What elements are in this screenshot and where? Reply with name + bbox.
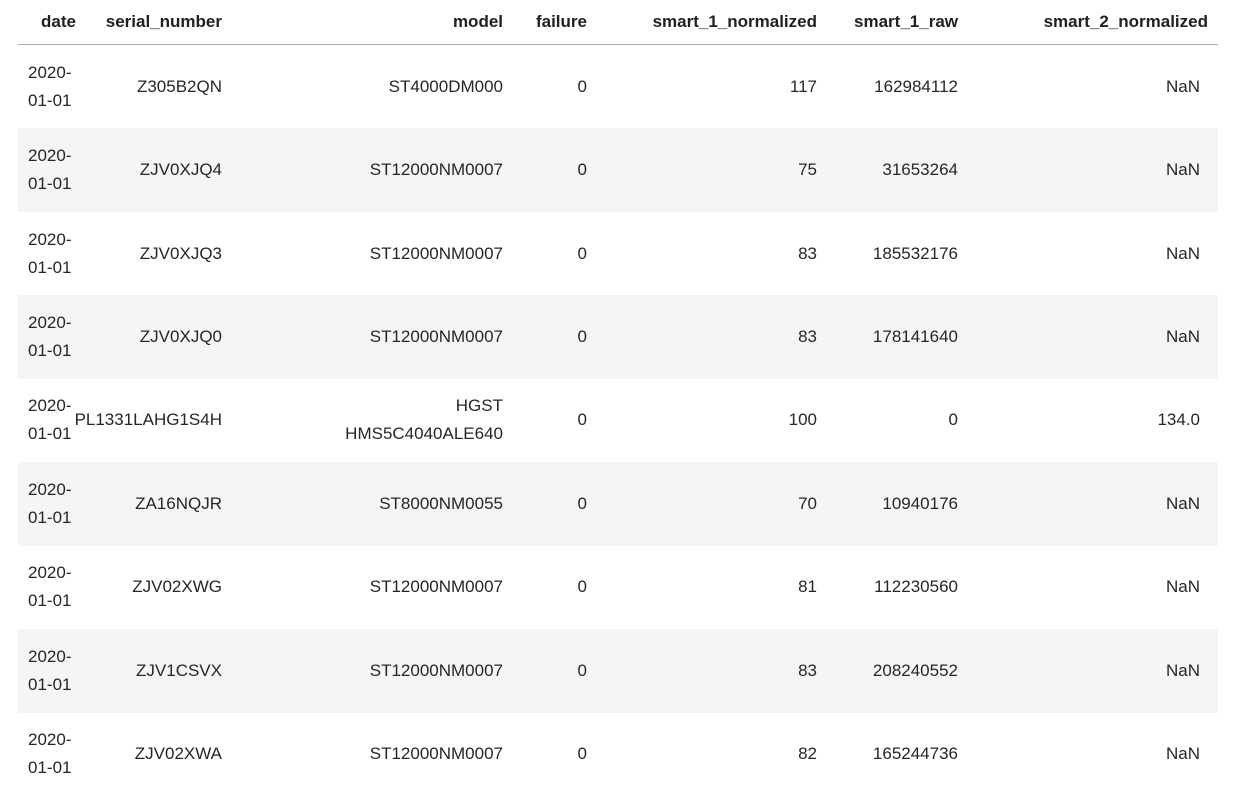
column-header-model: model [452,12,503,31]
cell-smart_1_normalized: 100 [788,410,817,430]
cell-model: ST12000NM0007 [369,160,503,180]
table-row: 2020-01-01 ZJV0XJQ4 ST12000NM0007 0 75 316532… [18,128,1218,212]
table-row: 2020-01-01 ZJV02XWG ST12000NM0007 0 81 112230… [18,546,1218,629]
cell-smart_2_normalized: NaN [1165,577,1200,597]
table-row: 2020-01-01 ZA16NQJR ST8000NM0055 0 70 1094017… [18,462,1218,546]
cell-model: ST12000NM0007 [369,327,503,347]
cell-date: 2020-01-01 [28,646,72,694]
cell-date: 2020-01-01 [28,479,72,527]
cell-model: ST4000DM000 [388,76,503,96]
column-header-serial_number: serial_number [105,12,222,31]
cell-smart_2_normalized: NaN [1165,243,1200,263]
cell-smart_2_normalized: NaN [1165,493,1200,513]
column-header-smart_1_raw: smart_1_raw [854,12,958,31]
cell-model: ST8000NM0055 [379,493,503,513]
cell-smart_2_normalized: NaN [1165,76,1200,96]
dataframe-table: date serial_number model failure smart_1_nor… [18,0,1218,796]
cell-failure: 0 [577,577,587,597]
cell-failure: 0 [577,744,587,764]
cell-smart_1_normalized: 83 [798,243,817,263]
cell-model: ST12000NM0007 [369,243,503,263]
cell-smart_1_normalized: 117 [789,76,817,96]
cell-date: 2020-01-01 [28,146,72,194]
cell-serial_number: ZA16NQJR [135,493,222,513]
cell-serial_number: ZJV1CSVX [136,660,222,680]
cell-smart_1_normalized: 83 [798,327,817,347]
cell-smart_2_normalized: 134.0 [1157,410,1200,430]
cell-date: 2020-01-01 [28,62,72,110]
cell-smart_1_raw: 165244736 [872,744,958,764]
cell-failure: 0 [577,160,587,180]
cell-smart_1_normalized: 75 [798,160,817,180]
table-row: 2020-01-01 ZJV1CSVX ST12000NM0007 0 83 208240… [18,629,1218,713]
cell-smart_1_normalized: 70 [798,493,817,513]
cell-smart_1_raw: 31653264 [882,160,958,180]
cell-serial_number: ZJV02XWA [134,744,222,764]
cell-failure: 0 [577,76,587,96]
cell-failure: 0 [577,410,587,430]
cell-smart_1_raw: 0 [948,410,958,430]
column-header-date: date [41,12,76,31]
cell-smart_1_normalized: 83 [798,660,817,680]
cell-date: 2020-01-01 [28,313,72,361]
cell-serial_number: ZJV0XJQ3 [139,243,222,263]
table-row: 2020-01-01 ZJV0XJQ3 ST12000NM0007 0 83 185532… [18,212,1218,295]
cell-date: 2020-01-01 [28,563,72,611]
table-body: 2020-01-01 Z305B2QN ST4000DM000 0 117 1629841… [18,45,1218,796]
cell-smart_1_raw: 185532176 [872,243,958,263]
cell-smart_1_raw: 112230560 [874,577,958,597]
cell-model: HGST HMS5C4040ALE640 [345,396,503,444]
cell-smart_1_raw: 162984112 [874,76,958,96]
table-row: 2020-01-01 PL1331LAHG1S4H HGST HMS5C4040AL… [18,379,1218,462]
table-row: 2020-01-01 Z305B2QN ST4000DM000 0 117 1629841… [18,45,1218,128]
cell-failure: 0 [577,243,587,263]
cell-date: 2020-01-01 [28,730,72,778]
cell-smart_1_normalized: 81 [798,577,817,597]
cell-date: 2020-01-01 [28,229,72,277]
column-header-smart_1_normalized: smart_1_normalized [652,12,817,31]
cell-model: ST12000NM0007 [369,744,503,764]
column-header-smart_2_normalized: smart_2_normalized [1043,12,1208,31]
cell-smart_2_normalized: NaN [1165,327,1200,347]
cell-smart_1_normalized: 82 [798,744,817,764]
cell-smart_2_normalized: NaN [1165,744,1200,764]
header-row: date serial_number model failure smart_1_nor… [18,0,1218,45]
cell-smart_2_normalized: NaN [1165,160,1200,180]
cell-serial_number: ZJV0XJQ4 [139,160,222,180]
table-row: 2020-01-01 ZJV0XJQ0 ST12000NM0007 0 83 178141… [18,295,1218,379]
cell-smart_1_raw: 10940176 [882,493,958,513]
cell-serial_number: PL1331LAHG1S4H [74,410,222,430]
cell-model: ST12000NM0007 [369,660,503,680]
cell-serial_number: ZJV02XWG [132,577,222,597]
cell-model: ST12000NM0007 [369,577,503,597]
column-header-failure: failure [535,12,587,31]
cell-serial_number: Z305B2QN [136,76,222,96]
cell-smart_2_normalized: NaN [1165,660,1200,680]
cell-failure: 0 [577,493,587,513]
cell-smart_1_raw: 178141640 [872,327,958,347]
cell-smart_1_raw: 208240552 [872,660,958,680]
cell-failure: 0 [577,660,587,680]
table-row: 2020-01-01 ZJV02XWA ST12000NM0007 0 82 165244… [18,713,1218,796]
cell-failure: 0 [577,327,587,347]
cell-serial_number: ZJV0XJQ0 [139,327,222,347]
